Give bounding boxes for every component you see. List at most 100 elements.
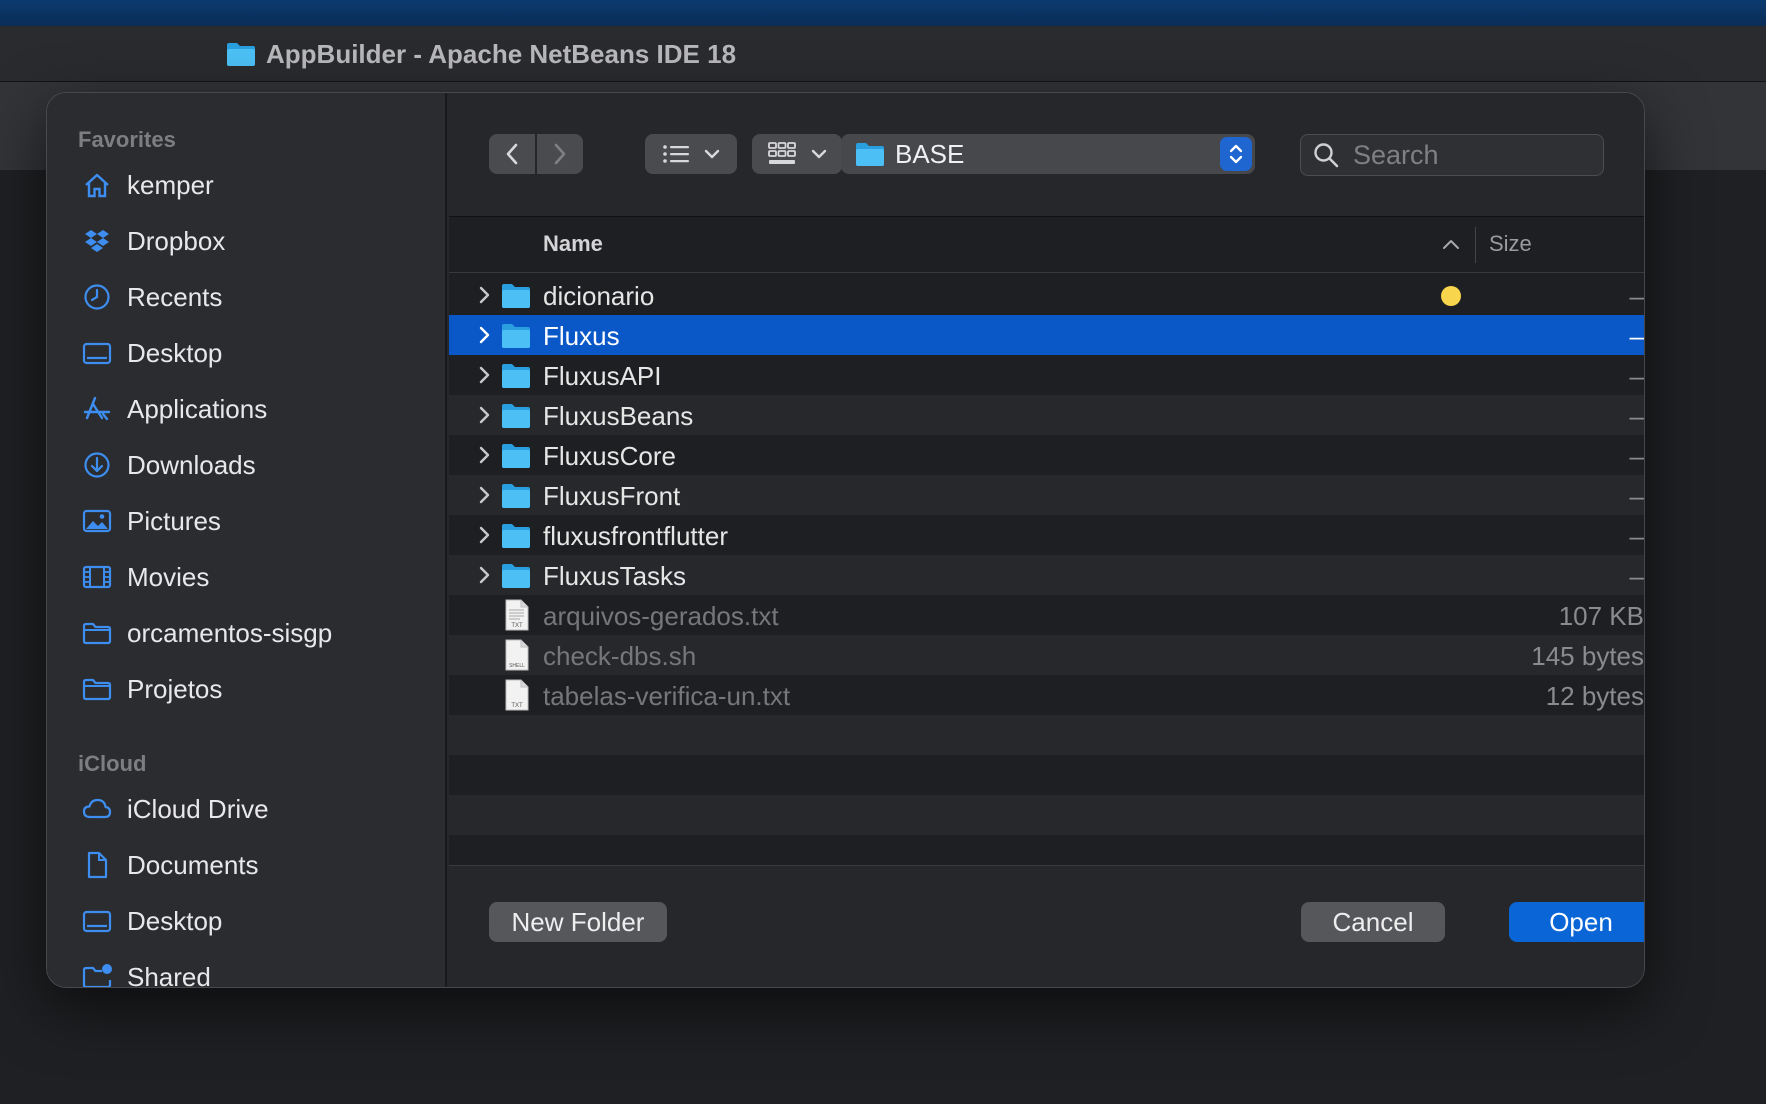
sidebar-item-recents[interactable]: Recents <box>81 275 421 319</box>
folder-icon <box>502 484 530 508</box>
search-input[interactable] <box>1353 139 1583 171</box>
dialog-toolbar: BASE <box>449 93 1644 217</box>
empty-row <box>449 755 1644 795</box>
sidebar-item-projetos[interactable]: Projetos <box>81 667 421 711</box>
forward-button[interactable] <box>537 134 583 174</box>
disclosure-chevron-icon[interactable] <box>475 445 493 465</box>
sidebar-item-kemper[interactable]: kemper <box>81 163 421 207</box>
file-name: FluxusBeans <box>543 401 694 431</box>
sidebar-item-orcamentos-sisgp[interactable]: orcamentos-sisgp <box>81 611 421 655</box>
sidebar-item-shared[interactable]: Shared <box>81 955 421 988</box>
search-icon <box>1314 143 1339 168</box>
sidebar-item-icloud-desktop[interactable]: Desktop <box>81 899 421 943</box>
column-divider[interactable] <box>1475 227 1476 263</box>
grid-view-icon <box>768 142 796 164</box>
sidebar-item-label: Shared <box>127 961 211 988</box>
file-badge: TXT <box>511 703 523 709</box>
sidebar-item-movies[interactable]: Movies <box>81 555 421 599</box>
folder-icon <box>502 564 530 588</box>
shell-script-icon: SHELL <box>505 639 529 671</box>
disclosure-chevron-icon[interactable] <box>475 325 493 345</box>
applications-icon <box>81 393 113 425</box>
sidebar-item-label: Pictures <box>127 505 221 536</box>
window-titlebar: AppBuilder - Apache NetBeans IDE 18 <box>0 26 1766 82</box>
sidebar-item-label: Desktop <box>127 337 223 368</box>
chevron-left-icon <box>506 143 518 165</box>
disclosure-chevron-icon[interactable] <box>475 565 493 585</box>
folder-row-fluxus[interactable]: Fluxus – <box>449 315 1644 355</box>
sidebar-section-favorites: Favorites <box>78 127 176 152</box>
new-folder-button[interactable]: New Folder <box>489 902 667 942</box>
folder-row-fluxustasks[interactable]: FluxusTasks – <box>449 555 1644 595</box>
file-badge: TXT <box>511 623 523 629</box>
file-row-tabelas-verifica-un[interactable]: TXT tabelas-verifica-un.txt 12 bytes <box>449 675 1644 715</box>
folder-row-fluxusapi[interactable]: FluxusAPI – <box>449 355 1644 395</box>
list-view-button[interactable] <box>645 134 737 174</box>
folder-row-fluxusfront[interactable]: FluxusFront – <box>449 475 1644 515</box>
folder-icon <box>502 524 530 548</box>
file-size: 107 KB <box>1558 601 1644 631</box>
sidebar-item-downloads[interactable]: Downloads <box>81 443 421 487</box>
file-list: dicionario – Fluxus – FluxusAPI – Fluxus… <box>449 275 1644 859</box>
sidebar-item-label: orcamentos-sisgp <box>127 617 333 648</box>
folder-icon <box>81 617 113 649</box>
disclosure-chevron-icon[interactable] <box>475 525 493 545</box>
clock-icon <box>81 281 113 313</box>
up-down-chevron-icon <box>1229 144 1243 164</box>
open-file-dialog: Favorites kemper Dropbox Recents Desktop <box>46 92 1645 988</box>
file-name: dicionario <box>543 281 655 311</box>
desktop-top-strip <box>0 0 1766 26</box>
search-field[interactable] <box>1300 134 1604 176</box>
text-file-icon: TXT <box>505 679 529 711</box>
folder-row-fluxusbeans[interactable]: FluxusBeans – <box>449 395 1644 435</box>
folder-row-dicionario[interactable]: dicionario – <box>449 275 1644 315</box>
open-button[interactable]: Open <box>1509 902 1644 942</box>
folder-icon <box>502 324 530 348</box>
sidebar-item-label: Desktop <box>127 905 223 936</box>
location-popup[interactable]: BASE <box>841 134 1255 174</box>
location-stepper[interactable] <box>1220 137 1252 171</box>
folder-row-fluxuscore[interactable]: FluxusCore – <box>449 435 1644 475</box>
file-size: – <box>1629 361 1644 391</box>
file-name: tabelas-verifica-un.txt <box>543 681 791 711</box>
sidebar-item-dropbox[interactable]: Dropbox <box>81 219 421 263</box>
folder-icon <box>502 284 530 308</box>
empty-row <box>449 795 1644 835</box>
sidebar-item-label: kemper <box>127 169 214 200</box>
file-name: FluxusCore <box>543 441 676 471</box>
sidebar-item-documents[interactable]: Documents <box>81 843 421 887</box>
sidebar-item-icloud-drive[interactable]: iCloud Drive <box>81 787 421 831</box>
file-size: – <box>1629 401 1644 431</box>
file-name: Fluxus <box>543 321 620 351</box>
back-button[interactable] <box>489 134 535 174</box>
disclosure-chevron-icon[interactable] <box>475 485 493 505</box>
column-size-header[interactable]: Size <box>1489 231 1532 257</box>
sidebar-item-label: Projetos <box>127 673 223 704</box>
folder-row-fluxusfrontflutter[interactable]: fluxusfrontflutter – <box>449 515 1644 555</box>
column-name-header[interactable]: Name <box>543 231 603 257</box>
disclosure-chevron-icon[interactable] <box>475 405 493 425</box>
dropbox-icon <box>81 225 113 257</box>
disclosure-chevron-icon[interactable] <box>475 285 493 305</box>
file-name: FluxusTasks <box>543 561 687 591</box>
disclosure-chevron-icon[interactable] <box>475 365 493 385</box>
file-row-arquivos-gerados[interactable]: TXT arquivos-gerados.txt 107 KB <box>449 595 1644 635</box>
sidebar-item-label: Applications <box>127 393 268 424</box>
file-size: 12 bytes <box>1545 681 1644 711</box>
sidebar-item-pictures[interactable]: Pictures <box>81 499 421 543</box>
sidebar-item-applications[interactable]: Applications <box>81 387 421 431</box>
window-title-text: AppBuilder - Apache NetBeans IDE 18 <box>266 38 737 69</box>
sidebar-item-label: Documents <box>127 849 259 880</box>
shared-folder-icon <box>81 961 113 987</box>
sidebar-item-desktop[interactable]: Desktop <box>81 331 421 375</box>
folder-icon <box>227 43 255 66</box>
file-row-check-dbs[interactable]: SHELL check-dbs.sh 145 bytes <box>449 635 1644 675</box>
file-name: FluxusAPI <box>543 361 662 391</box>
home-icon <box>81 169 113 201</box>
cancel-button[interactable]: Cancel <box>1301 902 1445 942</box>
sidebar-item-label: iCloud Drive <box>127 793 269 824</box>
grid-view-button[interactable] <box>752 134 842 174</box>
sidebar-item-label: Dropbox <box>127 225 226 256</box>
chevron-right-icon <box>554 143 566 165</box>
file-size: – <box>1629 441 1644 471</box>
